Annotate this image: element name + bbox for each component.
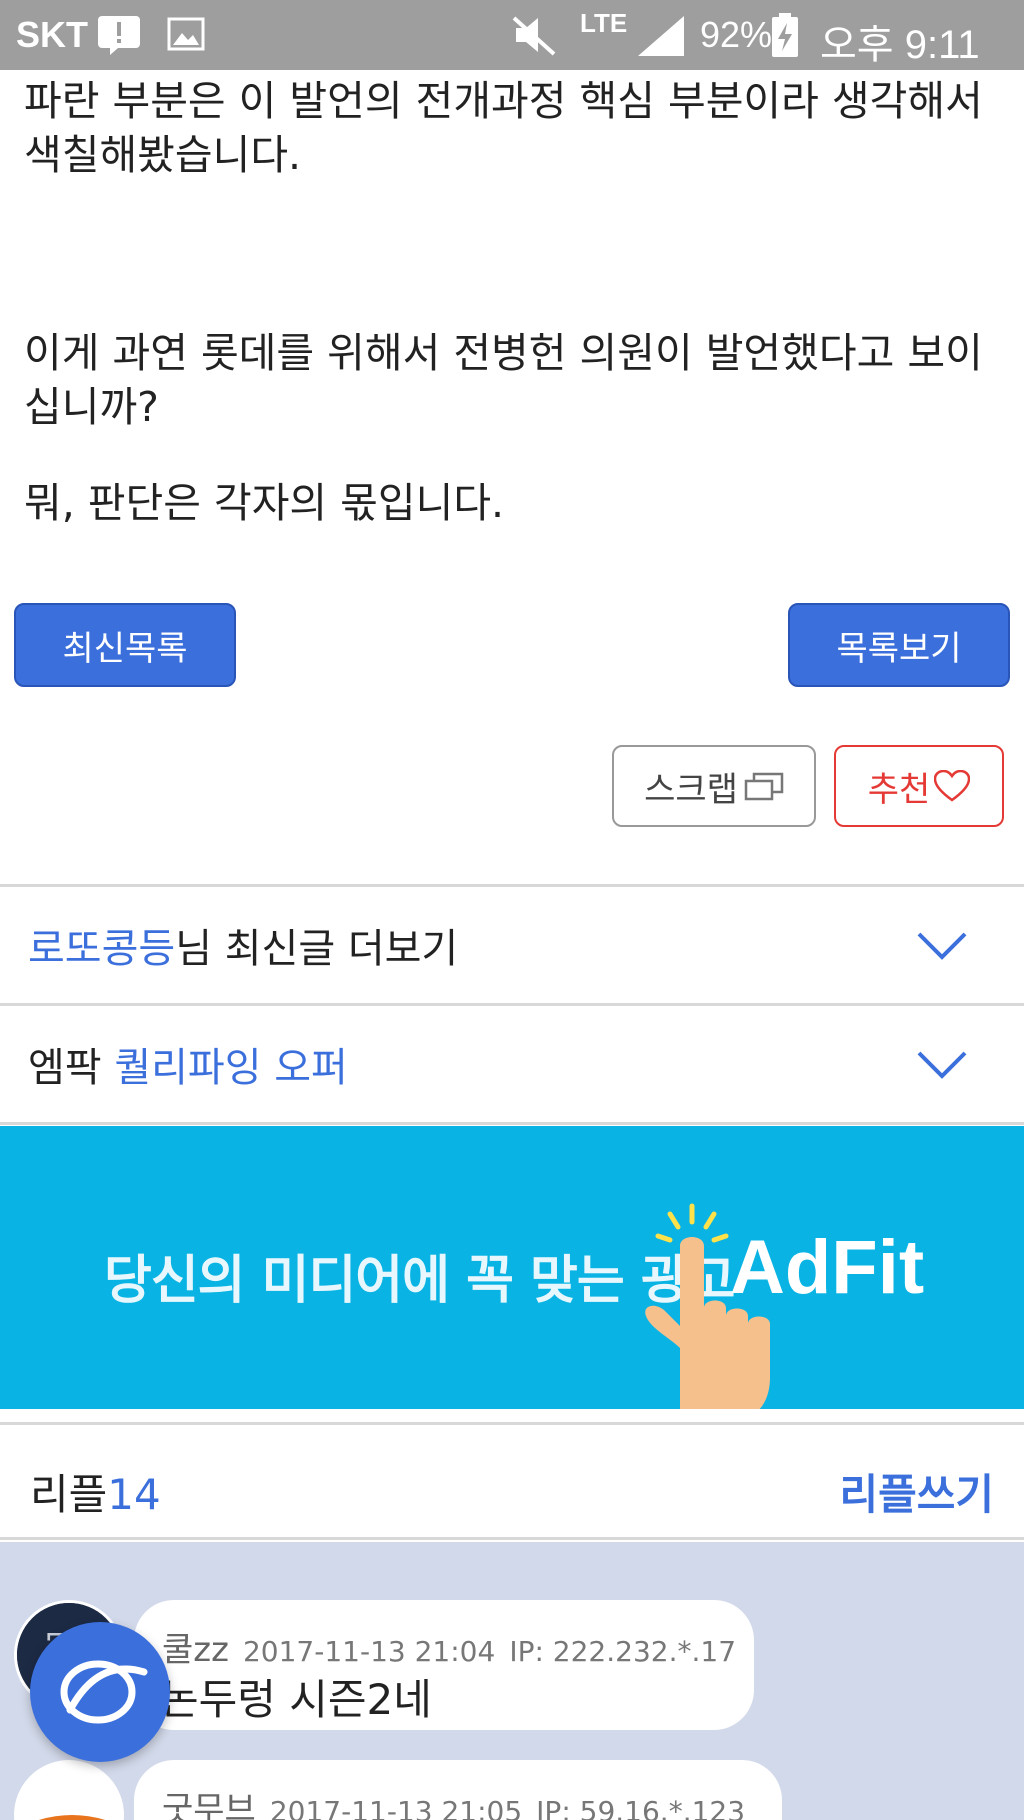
comment-text: 논두렁 시즌2네 — [160, 1675, 432, 1724]
article-paragraph: 이게 과연 롯데를 위해서 전병헌 의원이 발언했다고 보이십니까? — [24, 329, 983, 431]
comment-date: 2017-11-13 21:05 — [269, 1795, 523, 1820]
alert-icon — [96, 14, 142, 60]
floating-app-button[interactable] — [30, 1622, 170, 1762]
chevron-down-icon — [916, 1044, 968, 1090]
recommend-label: 추천 — [867, 769, 931, 810]
board-name: 엠팍 — [28, 1045, 115, 1091]
status-bar: SKT LTE 92% 오후 9:11 — [0, 0, 1024, 70]
reply-count-label: 리플14 — [30, 1461, 161, 1522]
reply-header: 리플14 리플쓰기 — [0, 1422, 1024, 1540]
comment-author[interactable]: 굿무브 — [162, 1790, 256, 1820]
ad-banner[interactable]: 당신의 미디어에 꼭 맞는 광고 AdFit — [0, 1126, 1024, 1409]
avatar[interactable]: GIANTS — [14, 1760, 124, 1820]
write-reply-button[interactable]: 리플쓰기 — [839, 1461, 994, 1522]
comment-bubble: 쿨zz 2017-11-13 21:04 IP: 222.232.*.17 논두렁 … — [134, 1600, 754, 1730]
scrap-button[interactable]: 스크랩 — [612, 745, 816, 827]
comment-ip: IP: 222.232.*.17 — [509, 1635, 737, 1668]
comment-bubble: 굿무브 2017-11-13 21:05 IP: 59.16.*.123 — [134, 1760, 782, 1820]
comment-date: 2017-11-13 21:04 — [242, 1635, 496, 1668]
article-paragraph: 뭐, 판단은 각자의 몫입니다. — [24, 479, 505, 527]
latest-list-button[interactable]: 최신목록 — [14, 603, 236, 687]
gallery-icon — [166, 14, 206, 58]
comment-meta: 굿무브 2017-11-13 21:05 IP: 59.16.*.123 — [162, 1782, 745, 1820]
clock: 오후 9:11 — [820, 23, 980, 67]
recommend-button[interactable]: 추천 — [834, 745, 1004, 827]
author-latest-label: 님 최신글 더보기 — [175, 926, 459, 972]
topic-name: 퀄리파잉 오퍼 — [114, 1045, 348, 1091]
view-list-button[interactable]: 목록보기 — [788, 603, 1010, 687]
window-copy-icon — [744, 771, 784, 801]
heart-icon — [934, 770, 971, 802]
mute-icon — [510, 14, 558, 60]
author-latest-posts-toggle[interactable]: 로또콩등 님 최신글 더보기 — [0, 887, 1024, 1003]
tapping-finger-icon — [640, 1198, 790, 1409]
baseball-logo-icon — [52, 1652, 148, 1732]
reply-count: 14 — [107, 1470, 161, 1519]
signal-icon — [636, 14, 686, 62]
author-name: 로또콩등 — [28, 926, 176, 972]
related-topic-toggle[interactable]: 엠팍 퀄리파잉 오퍼 — [0, 1006, 1024, 1122]
chevron-down-icon — [916, 925, 968, 971]
article-paragraph: 파란 부분은 이 발언의 전개과정 핵심 부분이라 생각해서 색칠해봤습니다. — [24, 77, 983, 179]
divider — [0, 1122, 1024, 1125]
comment-author[interactable]: 쿨zz — [162, 1630, 229, 1670]
comment-ip: IP: 59.16.*.123 — [536, 1795, 746, 1820]
comment-meta: 쿨zz 2017-11-13 21:04 IP: 222.232.*.17 — [162, 1622, 736, 1671]
reply-label: 리플 — [30, 1470, 108, 1519]
carrier-label: SKT — [16, 14, 88, 55]
battery-charging-icon — [770, 12, 800, 62]
network-label: LTE — [580, 8, 628, 38]
battery-percentage: 92% — [700, 14, 773, 55]
scrap-label: 스크랩 — [644, 769, 738, 810]
